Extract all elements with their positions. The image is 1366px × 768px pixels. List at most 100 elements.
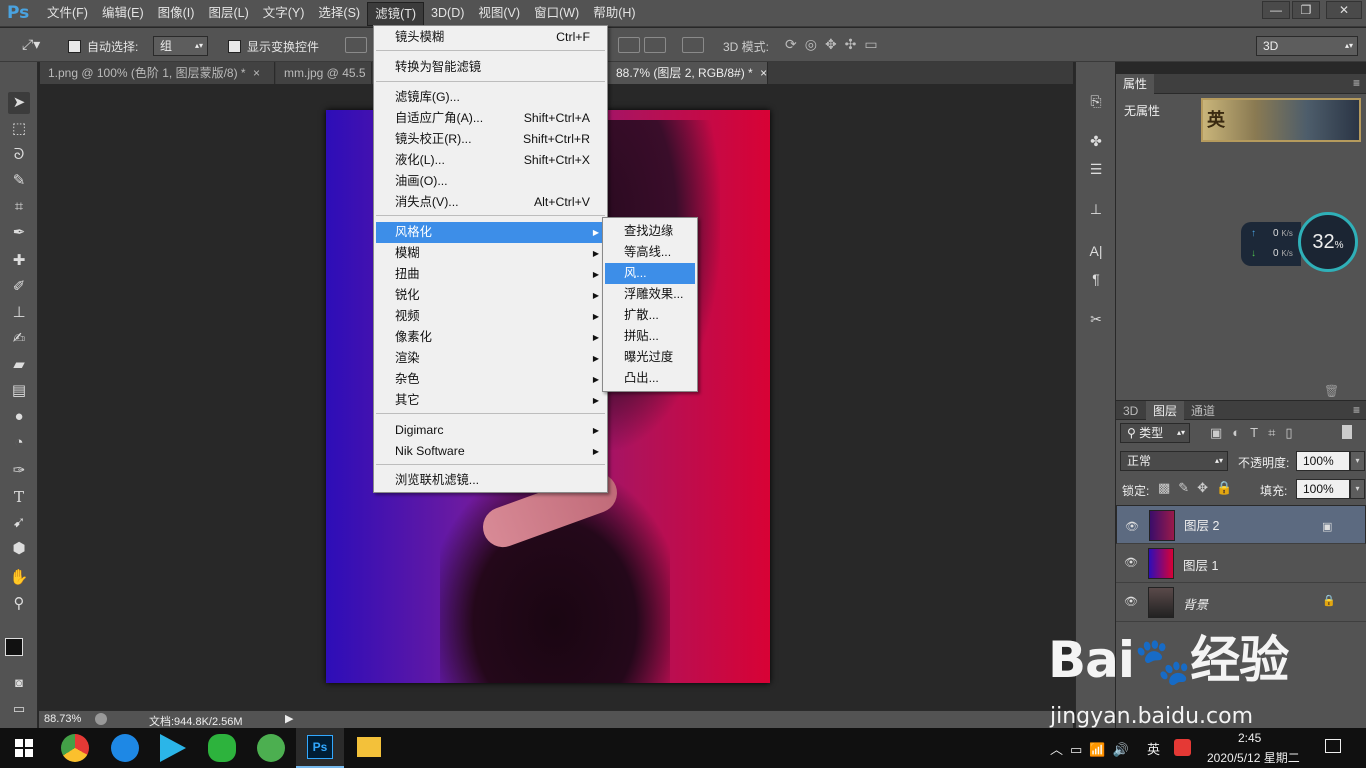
history-panel-icon[interactable]: ⎘ [1085, 90, 1107, 112]
eye-icon[interactable]: 👁 [1125, 518, 1139, 533]
menu-help[interactable]: 帮助(H) [586, 0, 642, 27]
sogou-icon[interactable] [1174, 739, 1191, 756]
restore-icon[interactable]: ❐ [1292, 1, 1320, 19]
status-arrow-icon[interactable]: ▶ [285, 712, 293, 725]
menu-item-diffuse[interactable]: 扩散... [605, 305, 695, 326]
tab-layers[interactable]: 图层 [1146, 401, 1185, 421]
eyedropper-tool-icon[interactable]: ✒ [8, 222, 30, 244]
brush-preset-icon[interactable]: ✤ [1085, 130, 1107, 152]
auto-select-target-dropdown[interactable]: 组 ▴▾ [153, 36, 208, 56]
auto-select-checkbox[interactable] [68, 40, 81, 53]
menu-item-blur[interactable]: 模糊 ▶ [376, 243, 605, 264]
workspace-dropdown[interactable]: 3D ▴▾ [1256, 36, 1358, 56]
clock-date[interactable]: 2020/5/12 星期二 [1207, 749, 1300, 766]
windows-start-icon[interactable] [15, 739, 33, 757]
menu-item-browse-online[interactable]: 浏览联机滤镜... [376, 470, 605, 491]
menu-file[interactable]: 文件(F) [40, 0, 95, 27]
layer-row[interactable]: 👁 图层 2 ▣ [1116, 505, 1366, 544]
wechat-icon[interactable] [208, 734, 236, 762]
browser-icon[interactable] [257, 734, 285, 762]
menu-item-render[interactable]: 渲染 ▶ [376, 348, 605, 369]
menu-item-nik-software[interactable]: Nik Software ▶ [376, 441, 605, 462]
screen-mode-icon[interactable]: ▭ [8, 698, 30, 720]
move-tool-icon[interactable]: ➤ [8, 92, 30, 114]
menu-select[interactable]: 选择(S) [311, 0, 367, 27]
fill-input[interactable]: 100% [1296, 479, 1350, 499]
minimize-icon[interactable]: — [1262, 1, 1290, 19]
clone-source-icon[interactable]: ⊥ [1085, 198, 1107, 220]
shape-tool-icon[interactable]: ⬢ [8, 538, 30, 560]
tab-3d[interactable]: 3D [1116, 401, 1145, 421]
hand-tool-icon[interactable]: ✋ [8, 567, 30, 589]
marquee-tool-icon[interactable]: ⬚ [8, 118, 30, 140]
panel-menu-icon[interactable]: ≡ [1353, 403, 1360, 417]
zoom-tool-icon[interactable]: ⚲ [8, 593, 30, 615]
menu-item-noise[interactable]: 杂色 ▶ [376, 369, 605, 390]
menu-3d[interactable]: 3D(D) [424, 0, 471, 27]
crop-tool-icon[interactable]: ⌗ [8, 196, 30, 218]
blur-tool-icon[interactable]: ● [8, 406, 30, 428]
character-panel-icon[interactable]: A| [1085, 240, 1107, 262]
type-tool-icon[interactable]: T [8, 486, 30, 508]
menu-view[interactable]: 视图(V) [471, 0, 527, 27]
menu-item-stylize[interactable]: 风格化 ▶ [376, 222, 605, 243]
close-icon[interactable]: ✕ [1326, 1, 1362, 19]
menu-item-liquify[interactable]: 液化(L)... Shift+Ctrl+X [376, 150, 605, 171]
video-player-icon[interactable] [160, 734, 186, 762]
panel-menu-icon[interactable]: ≡ [1353, 76, 1360, 90]
move-tool-icon[interactable]: ⤢▾ [22, 36, 40, 53]
chevron-down-icon[interactable]: ▾ [1350, 479, 1365, 499]
quick-mask-icon[interactable]: ◙ [8, 672, 30, 694]
tab-active-document[interactable]: 88.7% (图层 2, RGB/8#) * × [608, 62, 768, 84]
stamp-tool-icon[interactable]: ⊥ [8, 302, 30, 324]
menu-item-extrude[interactable]: 凸出... [605, 368, 695, 389]
menu-item-trace-contour[interactable]: 等高线... [605, 242, 695, 263]
menu-item-digimarc[interactable]: Digimarc ▶ [376, 420, 605, 441]
eye-icon[interactable]: 👁 [1124, 556, 1138, 570]
tab-1png[interactable]: 1.png @ 100% (色阶 1, 图层蒙版/8) * × [40, 62, 275, 84]
menu-item-video[interactable]: 视频 ▶ [376, 306, 605, 327]
menu-item-lens-correction[interactable]: 镜头校正(R)... Shift+Ctrl+R [376, 129, 605, 150]
menu-item-adaptive-wide-angle[interactable]: 自适应广角(A)... Shift+Ctrl+A [376, 108, 605, 129]
menu-item-wind[interactable]: 风... [605, 263, 695, 284]
menu-layer[interactable]: 图层(L) [201, 0, 255, 27]
system-tray-icons[interactable]: ︿▭📶🔊 [1050, 739, 1136, 758]
history-brush-tool-icon[interactable]: ✍ [8, 328, 30, 350]
layer-name[interactable]: 背景 [1183, 594, 1208, 613]
foreground-color-swatch[interactable] [5, 638, 23, 656]
blend-mode-dropdown[interactable]: 正常 ▴▾ [1120, 451, 1228, 471]
zoom-level[interactable]: 88.73% [44, 713, 81, 725]
status-info-icon[interactable] [95, 713, 107, 725]
menu-item-sharpen[interactable]: 锐化 ▶ [376, 285, 605, 306]
distribute-icon[interactable] [618, 37, 640, 53]
chevron-down-icon[interactable]: ▾ [1350, 451, 1365, 471]
menu-item-smart-filter[interactable]: 转换为智能滤镜 [376, 57, 605, 78]
menu-type[interactable]: 文字(Y) [256, 0, 312, 27]
menu-filter[interactable]: 滤镜(T) [367, 2, 425, 26]
filter-toggle[interactable] [1342, 425, 1352, 439]
tab-properties[interactable]: 属性 [1116, 74, 1155, 94]
ime-indicator[interactable]: 英 [1147, 739, 1160, 758]
align-icon[interactable] [345, 37, 367, 53]
3d-mode-icons[interactable]: ⟳◎✥✣▭ [785, 36, 886, 53]
layer-name[interactable]: 图层 2 [1184, 517, 1219, 535]
menu-item-filter-gallery[interactable]: 滤镜库(G)... [376, 87, 605, 108]
paragraph-panel-icon[interactable]: ¶ [1085, 268, 1107, 290]
menu-item-pixelate[interactable]: 像素化 ▶ [376, 327, 605, 348]
tool-presets-icon[interactable]: ✂ [1085, 308, 1107, 330]
tab-channels[interactable]: 通道 [1184, 401, 1222, 421]
menu-item-other[interactable]: 其它 ▶ [376, 390, 605, 411]
menu-image[interactable]: 图像(I) [151, 0, 202, 27]
menu-item-tiles[interactable]: 拼贴... [605, 326, 695, 347]
healing-tool-icon[interactable]: ✚ [8, 250, 30, 272]
kugou-icon[interactable] [111, 734, 139, 762]
layer-row[interactable]: 👁 图层 1 [1116, 544, 1366, 583]
clock-time[interactable]: 2:45 [1238, 731, 1261, 745]
notification-icon[interactable] [1325, 739, 1341, 753]
pen-tool-icon[interactable]: ✑ [8, 460, 30, 482]
brush-tool-icon[interactable]: ✐ [8, 276, 30, 298]
distribute-icon[interactable] [644, 37, 666, 53]
eraser-tool-icon[interactable]: ▰ [8, 354, 30, 376]
opacity-input[interactable]: 100% [1296, 451, 1350, 471]
lock-icons[interactable]: ▩✎✥🔒 [1158, 480, 1240, 496]
